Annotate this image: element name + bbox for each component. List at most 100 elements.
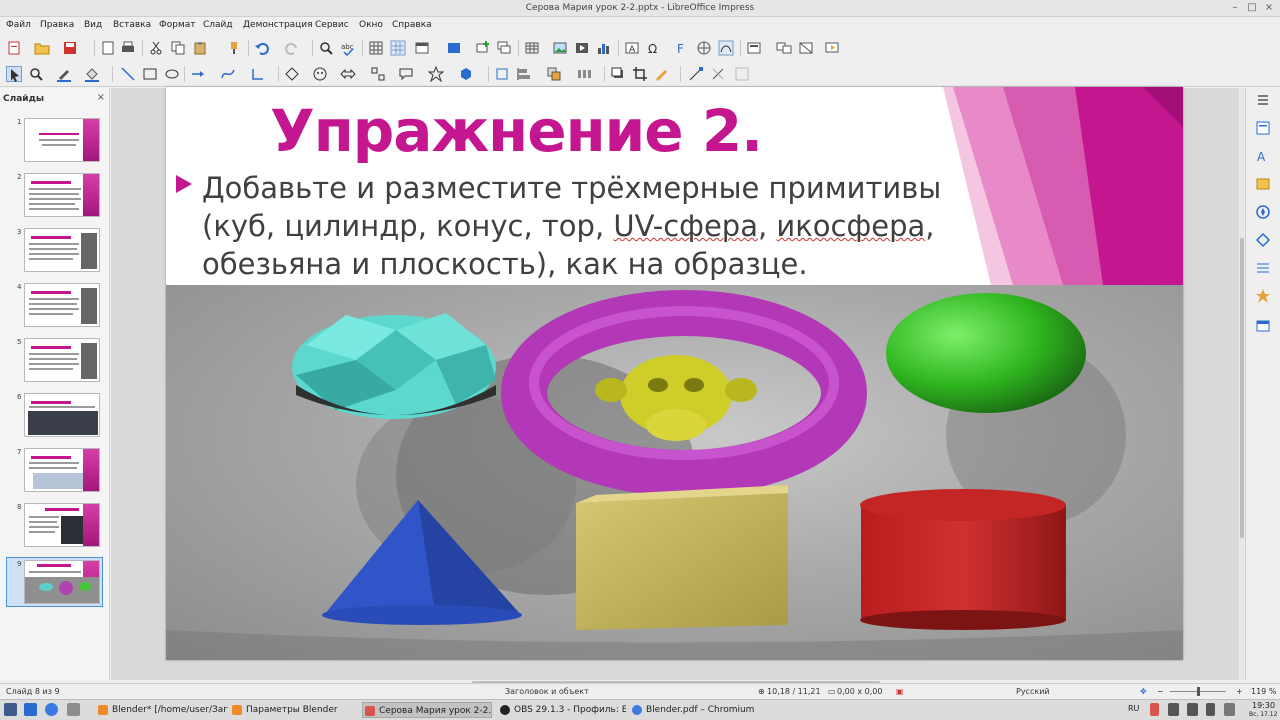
- export-pdf-icon[interactable]: [100, 40, 116, 56]
- points-edit-icon[interactable]: [688, 66, 704, 82]
- start-menu-icon[interactable]: [4, 703, 17, 716]
- table-icon[interactable]: [524, 40, 540, 56]
- task-chromium[interactable]: Blender.pdf – Chromium: [630, 702, 760, 718]
- rotate-icon[interactable]: [494, 66, 510, 82]
- block-arrows-icon[interactable]: [340, 66, 356, 82]
- 3d-objects-icon[interactable]: [458, 66, 474, 82]
- flowchart-icon[interactable]: [370, 66, 386, 82]
- line-tool-icon[interactable]: [120, 66, 136, 82]
- fit-slide-icon[interactable]: ✥: [1140, 687, 1147, 696]
- document-modified-icon[interactable]: ▣: [896, 687, 904, 696]
- find-replace-icon[interactable]: [318, 40, 334, 56]
- menu-view[interactable]: Вид: [84, 20, 102, 30]
- microphone-icon[interactable]: [1150, 703, 1159, 716]
- slide-title[interactable]: Упражнение 2.: [270, 97, 763, 165]
- arrange-icon[interactable]: [546, 66, 562, 82]
- keyboard-layout[interactable]: RU: [1128, 704, 1139, 713]
- glue-points-icon[interactable]: [710, 66, 726, 82]
- clone-format-icon[interactable]: [226, 40, 242, 56]
- navigator-icon[interactable]: [1255, 204, 1271, 220]
- clock-time[interactable]: 19:30: [1252, 701, 1275, 710]
- minimize-icon[interactable]: –: [1228, 1, 1242, 15]
- open-folder-icon[interactable]: [34, 40, 50, 56]
- menu-edit[interactable]: Правка: [40, 20, 74, 30]
- align-icon[interactable]: [516, 66, 532, 82]
- cut-icon[interactable]: [148, 40, 164, 56]
- filter-icon[interactable]: [654, 66, 670, 82]
- task-obs[interactable]: OBS 29.1.3 - Профиль: Б…: [498, 702, 626, 718]
- styles-icon[interactable]: A: [1255, 148, 1271, 164]
- crop-icon[interactable]: [632, 66, 648, 82]
- new-slide-icon[interactable]: [474, 40, 490, 56]
- line-color-icon[interactable]: [56, 66, 72, 82]
- shadow-icon[interactable]: [610, 66, 626, 82]
- network-icon[interactable]: [1168, 703, 1179, 716]
- media-icon[interactable]: [574, 40, 590, 56]
- helplines-icon[interactable]: [390, 40, 406, 56]
- task-impress[interactable]: Серова Мария урок 2-2.p…: [362, 702, 492, 718]
- basic-shapes-icon[interactable]: [284, 66, 300, 82]
- file-manager-icon[interactable]: [67, 703, 80, 716]
- arrow-line-icon[interactable]: [190, 66, 206, 82]
- distribute-icon[interactable]: [576, 66, 592, 82]
- slide-transition-icon[interactable]: [1255, 288, 1271, 304]
- duplicate-slide-icon[interactable]: [496, 40, 512, 56]
- menu-help[interactable]: Справка: [392, 20, 432, 30]
- primitives-sample-photo[interactable]: [166, 285, 1183, 660]
- select-arrow-icon[interactable]: [6, 66, 22, 82]
- fontwork-icon[interactable]: F: [674, 40, 690, 56]
- menu-file[interactable]: Файл: [6, 20, 31, 30]
- zoom-slider-knob[interactable]: [1197, 687, 1200, 696]
- slide-layout-icon[interactable]: [746, 40, 762, 56]
- master-slides-icon[interactable]: [1255, 318, 1271, 334]
- toggle-extrusion-icon[interactable]: [734, 66, 750, 82]
- transitions-icon[interactable]: [776, 40, 792, 56]
- points-icon[interactable]: [718, 40, 734, 56]
- undo-icon[interactable]: [254, 40, 270, 56]
- connector-icon[interactable]: [250, 66, 266, 82]
- spellcheck-icon[interactable]: abc: [340, 40, 356, 56]
- textbox-icon[interactable]: A: [624, 40, 640, 56]
- animation-icon[interactable]: [1255, 260, 1271, 276]
- zoom-out-icon[interactable]: −: [1157, 687, 1164, 696]
- save-icon[interactable]: [62, 40, 78, 56]
- properties-icon[interactable]: [1255, 120, 1271, 136]
- slide-body-text[interactable]: Добавьте и разместите трёхмерные примити…: [202, 169, 982, 283]
- start-slideshow-icon[interactable]: [824, 40, 840, 56]
- print-icon[interactable]: [120, 40, 136, 56]
- new-doc-icon[interactable]: [6, 40, 22, 56]
- task-blender-settings[interactable]: Параметры Blender: [230, 702, 358, 718]
- symbol-shapes-icon[interactable]: [312, 66, 328, 82]
- copy-icon[interactable]: [170, 40, 186, 56]
- chart-icon[interactable]: [596, 40, 612, 56]
- power-icon[interactable]: [1206, 703, 1215, 716]
- hide-slide-icon[interactable]: [798, 40, 814, 56]
- grid-icon[interactable]: [368, 40, 384, 56]
- menu-insert[interactable]: Вставка: [113, 20, 151, 30]
- fill-color-icon[interactable]: [84, 66, 100, 82]
- zoom-icon[interactable]: [28, 66, 44, 82]
- menu-slide[interactable]: Слайд: [203, 20, 233, 30]
- master-slide-icon[interactable]: [446, 40, 462, 56]
- shapes-icon[interactable]: [1255, 232, 1271, 248]
- gallery-icon[interactable]: [1255, 176, 1271, 192]
- volume-icon[interactable]: [1187, 703, 1198, 716]
- menu-format[interactable]: Формат: [159, 20, 196, 30]
- menu-window[interactable]: Окно: [359, 20, 383, 30]
- menu-tools[interactable]: Сервис: [315, 20, 349, 30]
- menu-slideshow[interactable]: Демонстрация: [243, 20, 313, 30]
- curve-tool-icon[interactable]: [220, 66, 236, 82]
- task-blender[interactable]: Blender* [/home/user/Загр…: [96, 702, 228, 718]
- browser-launcher-icon[interactable]: [45, 703, 58, 716]
- special-char-icon[interactable]: Ω: [646, 40, 662, 56]
- hyperlink-icon[interactable]: [696, 40, 712, 56]
- zoom-level[interactable]: 119 %: [1251, 687, 1276, 696]
- paste-icon[interactable]: [192, 40, 208, 56]
- sidebar-menu-icon[interactable]: [1255, 92, 1271, 108]
- desktop-icon[interactable]: [24, 703, 37, 716]
- zoom-in-icon[interactable]: +: [1236, 687, 1243, 696]
- redo-icon[interactable]: [284, 40, 300, 56]
- close-window-icon[interactable]: ×: [1262, 1, 1276, 15]
- notifications-icon[interactable]: [1224, 703, 1235, 716]
- rectangle-tool-icon[interactable]: [142, 66, 158, 82]
